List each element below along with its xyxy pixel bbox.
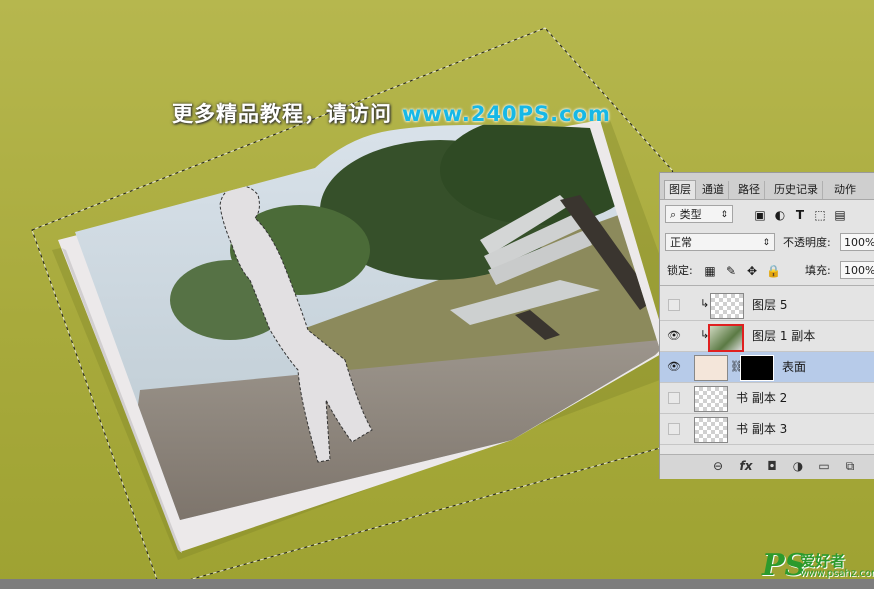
filter-type-label: 类型	[679, 208, 702, 221]
canvas-bottom-scrollbar[interactable]	[0, 579, 874, 589]
tab-actions[interactable]: 动作	[830, 181, 860, 199]
updown-arrows-icon: ⇕	[720, 210, 728, 220]
layer-thumbnail	[694, 417, 728, 443]
opacity-field[interactable]: 100%	[840, 233, 874, 251]
eye-icon[interactable]: 👁	[667, 360, 681, 374]
smart-object-thumbnail	[708, 324, 744, 352]
fx-icon[interactable]: fx	[738, 459, 754, 473]
layer-name[interactable]: 图层 5	[752, 297, 787, 313]
layer-thumbnail	[694, 355, 728, 381]
layers-panel: 图层 通道 路径 历史记录 动作 ⌕ 类型 ⇕ ▣ ◐ T ⬚ ▤ 正常 ⇕ 不透明…	[659, 172, 874, 479]
filter-type-select[interactable]: ⌕ 类型 ⇕	[665, 205, 733, 223]
panel-footer: ⊖ fx ◘ ◑ ▭ ⧉	[660, 454, 874, 479]
lock-paint-icon[interactable]: ✎	[724, 264, 738, 278]
lock-position-icon[interactable]: ✥	[745, 264, 759, 278]
updown-arrows-icon: ⇕	[762, 238, 770, 248]
tab-layers[interactable]: 图层	[664, 180, 696, 199]
lock-row: 锁定: ▦ ✎ ✥ 🔒 填充: 100%	[660, 261, 874, 281]
layer-row-book-copy3[interactable]: 书 副本 3	[660, 414, 874, 445]
banner-chinese-text: 更多精品教程，请访问	[172, 102, 392, 126]
shape-filter-icon[interactable]: ⬚	[813, 208, 827, 222]
visibility-toggle[interactable]	[668, 392, 680, 404]
blend-row: 正常 ⇕ 不透明度: 100%	[660, 233, 874, 253]
banner-url-text: www.240PS.com	[402, 102, 611, 126]
logo-url-text: www.psahz.com	[800, 568, 874, 579]
eye-icon[interactable]: 👁	[667, 329, 681, 343]
adjustment-layer-icon[interactable]: ◑	[790, 459, 806, 473]
type-filter-icon[interactable]: T	[793, 208, 807, 222]
layer-thumbnail	[694, 386, 728, 412]
link-layers-icon[interactable]: ⊖	[710, 459, 726, 473]
image-filter-icon[interactable]: ▣	[753, 208, 767, 222]
layer-list: ↳ 图层 5 👁 ↳ 图层 1 副本 👁 ⛓ 表面 书 副本 2 书 副本 3	[660, 285, 874, 456]
layer-name[interactable]: 表面	[782, 359, 806, 375]
fill-label: 填充:	[805, 264, 831, 277]
lock-label: 锁定:	[667, 264, 693, 277]
layer-name[interactable]: 书 副本 3	[736, 421, 787, 437]
tab-history[interactable]: 历史记录	[770, 181, 823, 199]
layer-mask-thumbnail[interactable]	[740, 355, 774, 381]
lock-transparent-icon[interactable]: ▦	[703, 264, 717, 278]
fill-field[interactable]: 100%	[840, 261, 874, 279]
layer-row-book-copy2[interactable]: 书 副本 2	[660, 383, 874, 414]
layer-row-layer5[interactable]: ↳ 图层 5	[660, 290, 874, 321]
visibility-toggle[interactable]	[668, 299, 680, 311]
layer-name[interactable]: 书 副本 2	[736, 390, 787, 406]
layer-thumbnail	[710, 293, 744, 319]
clip-arrow-icon: ↳	[700, 297, 710, 310]
watermark-banner: 更多精品教程，请访问 www.240PS.com	[172, 98, 611, 128]
filter-row: ⌕ 类型 ⇕ ▣ ◐ T ⬚ ▤	[660, 205, 874, 225]
lock-all-icon[interactable]: 🔒	[766, 264, 781, 278]
search-icon: ⌕	[670, 208, 680, 221]
add-mask-icon[interactable]: ◘	[764, 459, 780, 473]
blend-mode-label: 正常	[670, 236, 692, 249]
tab-channels[interactable]: 通道	[698, 181, 729, 199]
layer-row-layer1-copy[interactable]: 👁 ↳ 图层 1 副本	[660, 321, 874, 352]
smart-object-filter-icon[interactable]: ▤	[833, 208, 847, 222]
new-layer-icon[interactable]: ⧉	[842, 459, 858, 473]
layer-name[interactable]: 图层 1 副本	[752, 328, 815, 344]
new-group-icon[interactable]: ▭	[816, 459, 832, 473]
blend-mode-select[interactable]: 正常 ⇕	[665, 233, 775, 251]
opacity-label: 不透明度:	[783, 236, 831, 249]
layer-row-surface[interactable]: 👁 ⛓ 表面	[660, 352, 874, 383]
panel-tab-bar: 图层 通道 路径 历史记录 动作	[660, 173, 874, 200]
adjustment-filter-icon[interactable]: ◐	[773, 208, 787, 222]
visibility-toggle[interactable]	[668, 423, 680, 435]
tab-paths[interactable]: 路径	[734, 181, 765, 199]
